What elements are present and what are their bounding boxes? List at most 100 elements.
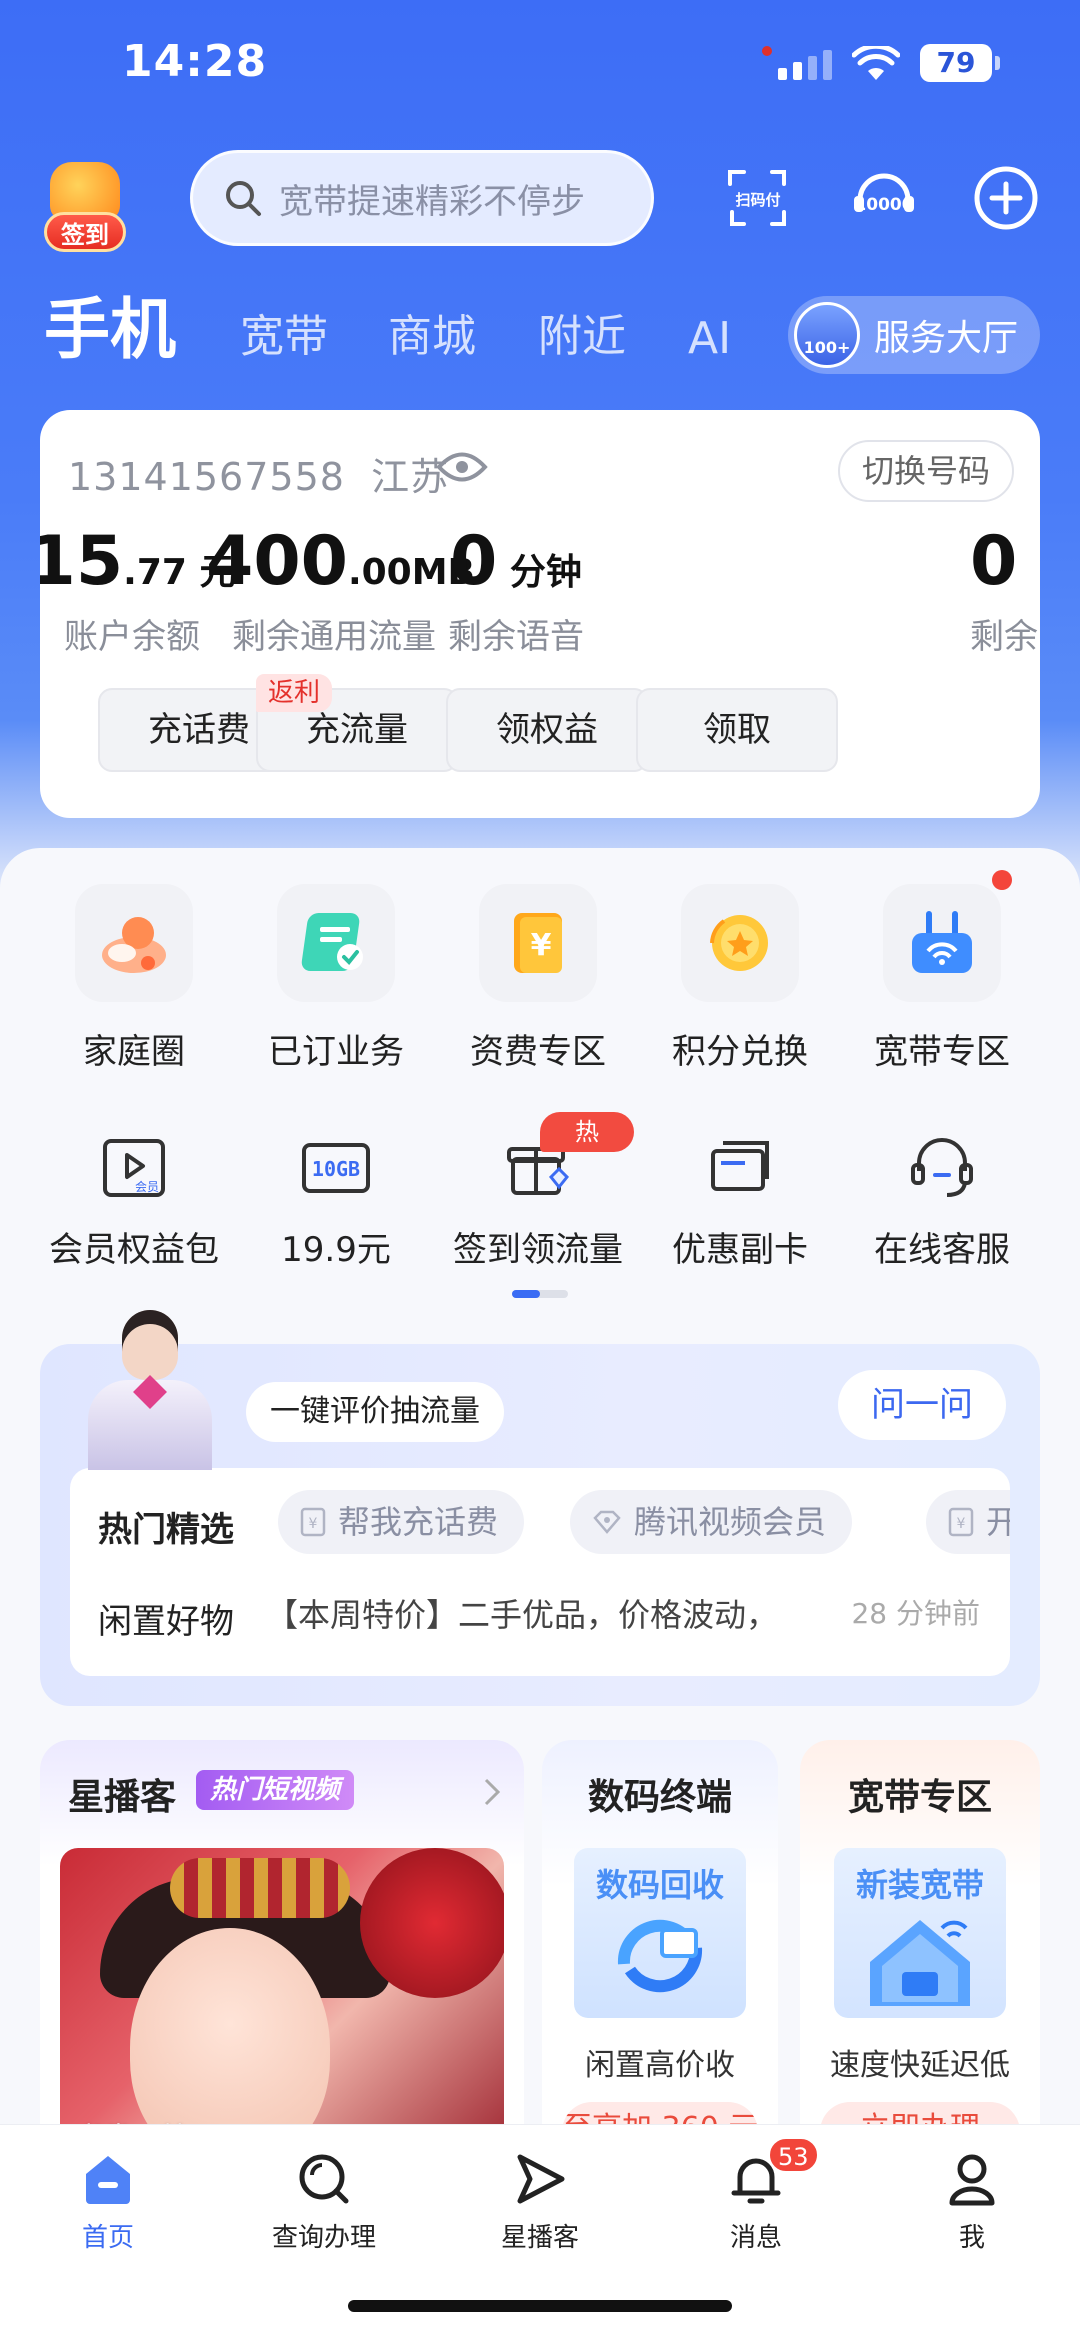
status-time: 14:28 xyxy=(122,36,268,87)
yuan-doc-icon: ¥ xyxy=(300,1507,326,1537)
chip-recharge[interactable]: ¥ 帮我充话费 xyxy=(278,1490,525,1554)
idle-goods-title: 闲置好物 xyxy=(98,1602,234,1642)
tariff-icon: ¥ xyxy=(479,884,597,1002)
profile-icon xyxy=(940,2147,1004,2211)
nav-home[interactable]: 首页 xyxy=(8,2147,208,2254)
query-icon xyxy=(292,2147,356,2211)
service-agent-avatar xyxy=(80,1310,220,1470)
chevron-right-icon xyxy=(484,1778,501,1806)
play-send-icon xyxy=(508,2147,572,2211)
battery-icon: 79 xyxy=(920,44,1000,82)
digital-terminal-card[interactable]: 数码终端 数码回收 闲置高价收 至高加 360 元 xyxy=(542,1740,778,2160)
xingboke-title: 星播客 xyxy=(68,1777,177,1818)
family-circle-icon xyxy=(75,884,193,1002)
house-wifi-icon xyxy=(870,1920,970,2006)
nav-query[interactable]: 查询办理 xyxy=(224,2147,424,2254)
scan-pay-label: 扫码付 xyxy=(735,191,780,209)
switch-number-button[interactable]: 切换号码 xyxy=(838,440,1014,502)
xingboke-card[interactable]: 星播客 热门短视频 书卷一梦 xyxy=(40,1740,524,2160)
grid-pager xyxy=(512,1290,568,1298)
nav-xingboke[interactable]: 星播客 xyxy=(440,2147,640,2254)
tab-phone[interactable]: 手机 xyxy=(44,276,176,372)
search-bar[interactable]: 宽带提速精彩不停步 xyxy=(190,150,654,246)
subscribed-icon xyxy=(277,884,395,1002)
rebate-tag: 返利 xyxy=(256,674,333,712)
grid-data-pack[interactable]: 10GB 19.9元 xyxy=(236,1128,436,1271)
service-hall-button[interactable]: 100+ 服务大厅 xyxy=(788,296,1040,374)
digital-sub: 闲置高价收 xyxy=(585,2048,735,2083)
search-icon xyxy=(226,181,261,216)
idle-goods-text[interactable]: 【本周特价】二手优品，价格波动， xyxy=(266,1590,806,1636)
svg-text:¥: ¥ xyxy=(309,1516,318,1532)
tab-mall[interactable]: 商城 xyxy=(388,300,476,364)
broadband-title: 宽带专区 xyxy=(847,1777,992,1818)
grid-member-pack[interactable]: 会员 会员权益包 xyxy=(34,1128,234,1271)
chip-tencent-video[interactable]: 腾讯视频会员 xyxy=(570,1490,853,1554)
add-button[interactable] xyxy=(972,164,1040,232)
yuan-doc-icon-2: ¥ xyxy=(948,1507,974,1537)
svg-text:¥: ¥ xyxy=(531,928,552,963)
account-number: 13141567558 江苏 xyxy=(68,455,450,499)
stat-voice[interactable]: 0 分钟 剩余语音 xyxy=(396,522,636,658)
claim-button[interactable]: 领取 xyxy=(636,688,838,772)
data-10gb-icon: 10GB xyxy=(277,1128,395,1208)
member-video-text: 会员 xyxy=(135,1180,159,1194)
broadband-card[interactable]: 宽带专区 新装宽带 速度快延迟低 立即办理 xyxy=(800,1740,1040,2160)
headset-icon xyxy=(883,1128,1001,1208)
hot-badge: 热 xyxy=(540,1112,634,1152)
notification-dot xyxy=(992,870,1012,890)
hot-picks-title: 热门精选 xyxy=(98,1510,234,1550)
service-hall-badge: 100+ xyxy=(794,302,860,368)
status-bar: 14:28 79 xyxy=(0,30,1080,100)
points-icon xyxy=(681,884,799,1002)
home-icon xyxy=(76,2147,140,2211)
diamond-icon xyxy=(593,1510,621,1534)
new-broadband-image: 新装宽带 xyxy=(834,1848,1006,2018)
hot-video-tag: 热门短视频 xyxy=(196,1770,355,1810)
svg-text:¥: ¥ xyxy=(957,1516,966,1532)
grid-points[interactable]: 积分兑换 xyxy=(640,884,840,1073)
recording-dot xyxy=(762,46,772,56)
grid-family-circle[interactable]: 家庭圈 xyxy=(34,884,234,1073)
recycle-icon xyxy=(617,1919,703,1993)
router-icon xyxy=(883,884,1001,1002)
scan-pay-button[interactable]: 扫码付 xyxy=(724,164,792,232)
nav-messages[interactable]: 消息 xyxy=(656,2147,856,2254)
ai-suggestions: 热门精选 ¥ 帮我充话费 腾讯视频会员 ¥ 开 闲置好物 【本周特价】二手优品，… xyxy=(70,1468,1010,1676)
idle-goods-time: 28 分钟前 xyxy=(851,1597,980,1630)
checkin-label: 签到 xyxy=(44,212,126,252)
grid-sub-card[interactable]: 优惠副卡 xyxy=(640,1128,840,1271)
account-card: 13141567558 江苏 切换号码 15.77 元 账户余额 400.00M… xyxy=(40,410,1040,818)
data-10gb-text: 10GB xyxy=(312,1157,360,1181)
rate-bubble[interactable]: 一键评价抽流量 xyxy=(246,1382,504,1442)
checkin-button[interactable]: 签到 xyxy=(38,162,134,258)
video-thumbnail[interactable]: 书卷一梦 xyxy=(60,1848,504,2160)
search-placeholder: 宽带提速精彩不停步 xyxy=(279,181,585,222)
main-tabs: 手机 宽带 商城 附近 AI 100+ 服务大厅 xyxy=(0,290,1080,380)
tab-ai[interactable]: AI xyxy=(688,313,731,364)
ask-button[interactable]: 问一问 xyxy=(838,1370,1006,1440)
grid-broadband[interactable]: 宽带专区 xyxy=(842,884,1042,1073)
grid-online-service[interactable]: 在线客服 xyxy=(842,1128,1042,1271)
eye-icon[interactable] xyxy=(436,450,488,488)
grid-tariff[interactable]: ¥ 资费专区 xyxy=(438,884,638,1073)
tab-broadband[interactable]: 宽带 xyxy=(240,300,328,364)
hotline-button[interactable]: 10000 xyxy=(850,164,918,232)
home-indicator xyxy=(348,2300,732,2312)
claim-benefits-button[interactable]: 领权益 xyxy=(446,688,648,772)
broadband-sub: 速度快延迟低 xyxy=(830,2048,1010,2083)
tab-nearby[interactable]: 附近 xyxy=(538,300,626,364)
chip-more[interactable]: ¥ 开 xyxy=(926,1490,1010,1554)
nav-me[interactable]: 我 xyxy=(872,2147,1072,2254)
digital-recycle-image: 数码回收 xyxy=(574,1848,746,2018)
grid-subscribed[interactable]: 已订业务 xyxy=(236,884,436,1073)
member-video-icon: 会员 xyxy=(75,1128,193,1208)
stat-remaining[interactable]: 0 剩余 xyxy=(970,522,1040,658)
top-bar: 签到 宽带提速精彩不停步 扫码付 10000 xyxy=(0,150,1080,260)
digital-title: 数码终端 xyxy=(587,1777,732,1818)
service-hall-label: 服务大厅 xyxy=(874,318,1019,359)
message-badge: 53 xyxy=(768,2137,819,2173)
wifi-icon xyxy=(851,43,901,86)
hotline-label: 10000 xyxy=(854,195,913,215)
signal-icon xyxy=(778,50,832,80)
